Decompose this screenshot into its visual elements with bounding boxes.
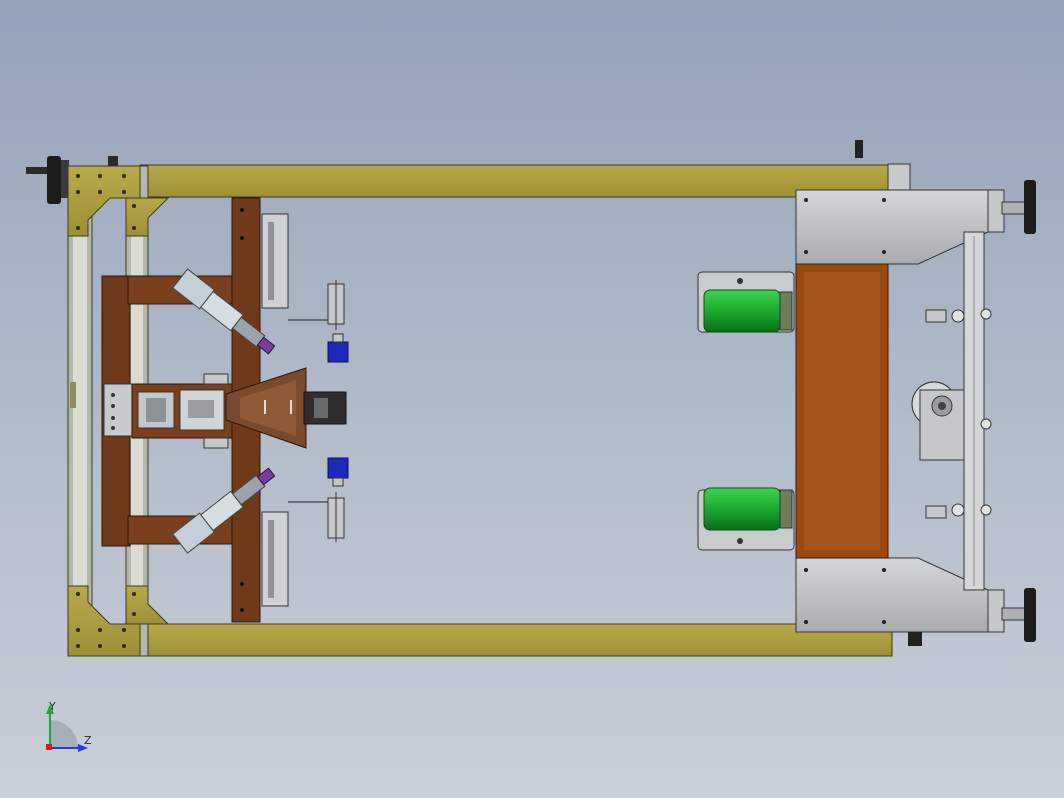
coordinate-triad: Y Z: [46, 700, 92, 752]
blue-block-lower: [327, 457, 349, 479]
gear-motor: [911, 381, 965, 461]
lower-sensor: [288, 457, 349, 542]
upper-sensor: [288, 280, 349, 363]
leveling-foot-top: [1001, 201, 1027, 215]
triad-y-label: Y: [48, 700, 56, 713]
leveling-foot-bottom: [1001, 607, 1027, 621]
frame-top-rail: [139, 164, 893, 198]
triad-z-label: Z: [84, 734, 92, 747]
gusset-bottom-right-inner: [125, 585, 170, 625]
gusset-top-right-inner: [125, 197, 170, 237]
lower-roller: [697, 487, 795, 551]
upper-roller: [697, 271, 795, 333]
machine-assembly-drawing: [26, 140, 1036, 657]
cad-viewport[interactable]: Y Z: [0, 0, 1064, 798]
right-housing: [795, 140, 1036, 646]
blue-block-upper: [327, 341, 349, 363]
housing-top-plate: [795, 189, 989, 265]
frame-bottom-rail: [139, 623, 893, 657]
housing-bottom-plate: [795, 557, 989, 633]
